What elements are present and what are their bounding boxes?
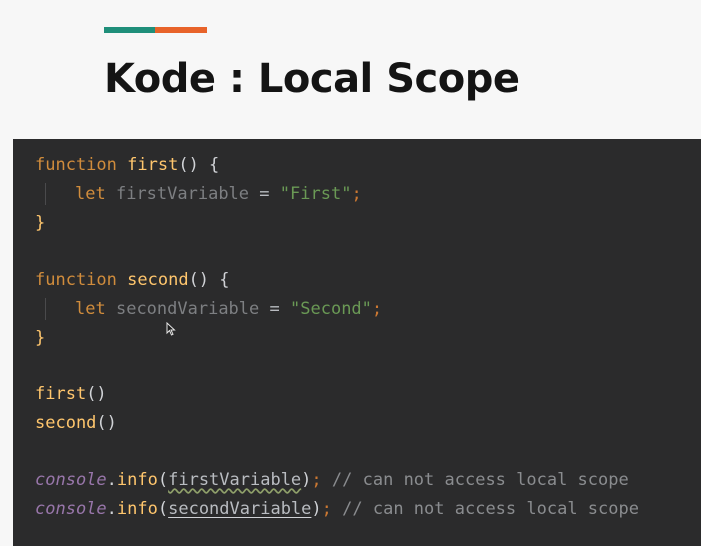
method-info: info: [116, 499, 158, 519]
code-line-9: console.info(firstVariable); // can not …: [35, 469, 629, 491]
slide: Kode : Local Scope function first() { le…: [0, 0, 701, 546]
indent-guide: [45, 298, 46, 320]
accent-bar-teal: [104, 27, 155, 33]
indent-guide: [45, 183, 46, 205]
string-literal: "Second": [290, 299, 372, 319]
close-paren: ): [311, 499, 322, 519]
call-parens: (): [96, 413, 117, 433]
code-line-1: function first() {: [35, 154, 219, 176]
code-line-10: console.info(secondVariable); // can not…: [35, 498, 639, 520]
code-line-7: first(): [35, 383, 107, 405]
accent-bar-orange: [155, 27, 207, 33]
console-object: console: [35, 470, 107, 490]
closing-brace: }: [35, 213, 46, 233]
semicolon: ;: [351, 184, 362, 204]
semicolon: ;: [371, 299, 383, 319]
code-comment: // can not access local scope: [331, 470, 629, 490]
close-paren: ): [301, 470, 312, 490]
call-parens: (): [86, 384, 107, 404]
code-comment: // can not access local scope: [342, 499, 639, 519]
unresolved-variable: secondVariable: [168, 499, 312, 519]
keyword-let: let: [75, 299, 106, 319]
function-name-second: second: [127, 270, 189, 290]
code-editor-panel: function first() { let firstVariable = "…: [13, 139, 701, 546]
assign-operator: =: [259, 184, 270, 204]
code-line-8: second(): [35, 412, 117, 434]
assign-operator: =: [269, 299, 280, 319]
call-second: second: [35, 413, 97, 433]
mouse-pointer-icon: [166, 322, 176, 336]
variable-name: secondVariable: [115, 299, 260, 319]
string-literal: "First": [279, 184, 352, 204]
function-signature: () {: [178, 155, 220, 175]
open-paren: (: [157, 499, 169, 519]
code-line-3: }: [35, 212, 45, 234]
closing-brace: }: [35, 328, 46, 348]
method-info: info: [116, 470, 158, 490]
code-line-5: let secondVariable = "Second";: [75, 298, 382, 320]
keyword-let: let: [75, 184, 106, 204]
accent-bar: [104, 27, 207, 33]
code-line-6: }: [35, 327, 45, 349]
dot: .: [106, 499, 117, 519]
unresolved-variable: firstVariable: [168, 470, 302, 490]
keyword-function: function: [35, 155, 117, 175]
semicolon: ;: [311, 470, 322, 490]
open-paren: (: [157, 470, 169, 490]
function-name-first: first: [127, 155, 179, 175]
code-line-2: let firstVariable = "First";: [75, 183, 362, 205]
semicolon: ;: [321, 499, 332, 519]
keyword-function: function: [35, 270, 117, 290]
code-line-4: function second() {: [35, 269, 230, 291]
call-first: first: [35, 384, 87, 404]
dot: .: [106, 470, 117, 490]
console-object: console: [35, 499, 107, 519]
slide-title: Kode : Local Scope: [104, 56, 520, 102]
variable-name: firstVariable: [115, 184, 250, 204]
function-signature: () {: [188, 270, 230, 290]
